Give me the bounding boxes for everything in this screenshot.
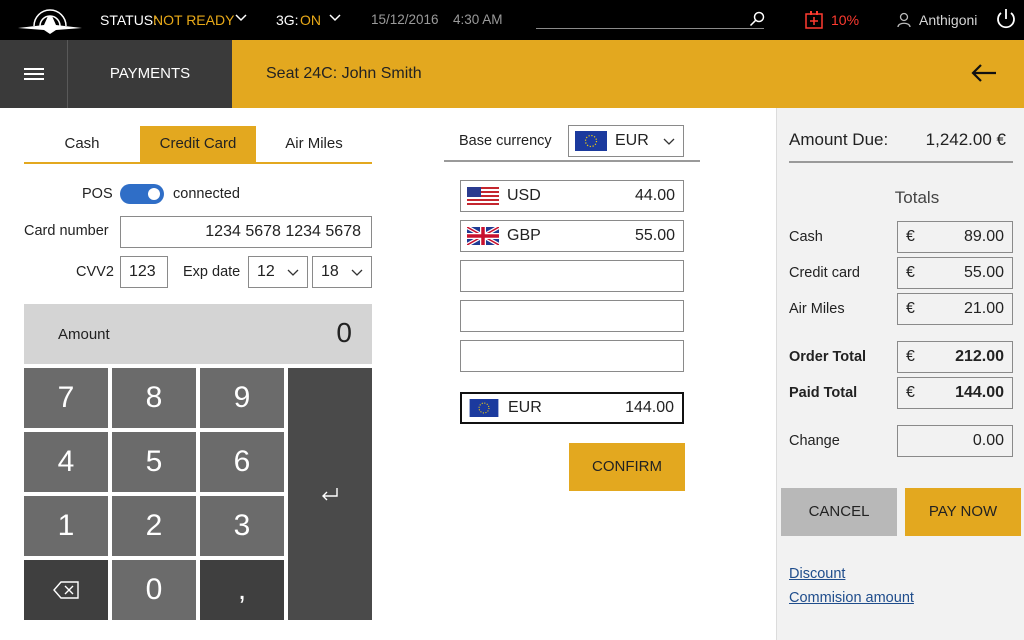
tab-air-miles[interactable]: Air Miles — [256, 126, 372, 162]
amount-label: Amount — [58, 326, 110, 343]
key-2[interactable]: 2 — [112, 496, 196, 556]
currency-total-eur: EUR 144.00 — [460, 392, 684, 424]
order-total-label: Order Total — [789, 349, 867, 365]
user-icon — [897, 12, 911, 28]
card-number-field[interactable]: 1234 5678 1234 5678 — [120, 216, 372, 248]
key-4[interactable]: 4 — [24, 432, 108, 492]
time-text: 4:30 AM — [453, 12, 503, 27]
totals-title: Totals — [894, 188, 940, 207]
pos-label: POS — [82, 186, 113, 202]
paid-total-field: € 144.00 — [897, 377, 1013, 409]
key-8[interactable]: 8 — [112, 368, 196, 428]
status-label: STATUS: — [100, 12, 158, 28]
status-value[interactable]: NOT READY — [153, 12, 234, 28]
chevron-down-icon — [287, 269, 299, 276]
arrow-left-icon[interactable] — [970, 62, 998, 84]
tab-cash[interactable]: Cash — [24, 126, 140, 162]
chevron-down-icon[interactable] — [235, 14, 247, 22]
cash-total-label: Cash — [789, 229, 823, 245]
key-6[interactable]: 6 — [200, 432, 284, 492]
key-comma[interactable]: , — [200, 560, 284, 620]
divider — [789, 161, 1013, 163]
currency-row-empty[interactable] — [460, 340, 684, 372]
discount-link[interactable]: Discount — [789, 566, 845, 582]
key-7[interactable]: 7 — [24, 368, 108, 428]
currency-row-gbp[interactable]: GBP 55.00 — [460, 220, 684, 252]
airplane-logo-icon — [18, 9, 82, 34]
user-name[interactable]: Anthigoni — [919, 12, 977, 28]
base-currency-select[interactable]: EUR — [568, 125, 684, 157]
summary-panel: Amount Due: 1,242.00 € Totals Cash € 89.… — [776, 108, 1024, 640]
seat-passenger-label: Seat 24C: John Smith — [266, 65, 422, 82]
key-9[interactable]: 9 — [200, 368, 284, 428]
search-input[interactable] — [536, 28, 764, 29]
air-miles-total-field: € 21.00 — [897, 293, 1013, 325]
pay-now-button[interactable]: PAY NOW — [905, 488, 1021, 536]
change-field: 0.00 — [897, 425, 1013, 457]
battery-level: 10% — [831, 12, 860, 28]
date-text: 15/12/2016 — [371, 12, 439, 27]
credit-card-total-label: Credit card — [789, 265, 860, 281]
amount-value: 0 — [336, 317, 352, 348]
exp-year-select[interactable]: 18 — [312, 256, 372, 288]
seat-bar: Seat 24C: John Smith — [232, 40, 1024, 108]
us-flag-icon — [467, 187, 499, 205]
amount-display: Amount 0 — [24, 304, 372, 364]
status-bar: STATUS: NOT READY 3G: ON 15/12/2016 4:30… — [0, 0, 1024, 40]
cash-total-field: € 89.00 — [897, 221, 1013, 253]
backspace-key[interactable] — [24, 560, 108, 620]
confirm-button[interactable]: CONFIRM — [569, 443, 685, 491]
search-icon[interactable] — [749, 11, 765, 27]
pos-status: connected — [173, 186, 240, 202]
eu-flag-icon — [575, 131, 607, 151]
cvv-label: CVV2 — [76, 264, 114, 280]
currency-row-empty[interactable] — [460, 300, 684, 332]
battery-icon — [805, 11, 823, 29]
divider — [444, 160, 700, 162]
uk-flag-icon — [467, 227, 499, 245]
card-number-label: Card number — [24, 223, 109, 239]
payment-method-tabs: Cash Credit Card Air Miles — [24, 126, 372, 164]
key-3[interactable]: 3 — [200, 496, 284, 556]
hamburger-icon — [24, 68, 44, 70]
order-total-field: € 212.00 — [897, 341, 1013, 373]
key-5[interactable]: 5 — [112, 432, 196, 492]
cancel-button[interactable]: CANCEL — [781, 488, 897, 536]
eu-flag-icon — [469, 399, 499, 417]
enter-icon — [322, 488, 338, 501]
change-label: Change — [789, 433, 840, 449]
chevron-down-icon — [663, 138, 675, 145]
credit-card-total-field: € 55.00 — [897, 257, 1013, 289]
key-0[interactable]: 0 — [112, 560, 196, 620]
amount-due-label: Amount Due: — [789, 130, 889, 149]
app-header: PAYMENTS Seat 24C: John Smith — [0, 40, 1024, 108]
exp-month-select[interactable]: 12 — [248, 256, 308, 288]
chevron-down-icon — [351, 269, 363, 276]
network-label: 3G: — [276, 12, 299, 28]
amount-due-value: 1,242.00 € — [925, 130, 1006, 149]
enter-key[interactable] — [288, 368, 372, 620]
tab-credit-card[interactable]: Credit Card — [140, 126, 256, 162]
key-1[interactable]: 1 — [24, 496, 108, 556]
pos-toggle[interactable] — [120, 184, 164, 204]
currency-row-empty[interactable] — [460, 260, 684, 292]
base-currency-label: Base currency — [459, 133, 552, 149]
paid-total-label: Paid Total — [789, 385, 858, 401]
exp-date-label: Exp date — [183, 264, 241, 280]
menu-button[interactable] — [0, 40, 68, 108]
section-title: PAYMENTS — [68, 40, 232, 108]
air-miles-total-label: Air Miles — [789, 301, 845, 317]
commission-amount-link[interactable]: Commision amount — [789, 590, 914, 606]
cvv-field[interactable]: 123 — [120, 256, 168, 288]
chevron-down-icon[interactable] — [329, 14, 341, 22]
currency-row-usd[interactable]: USD 44.00 — [460, 180, 684, 212]
power-icon[interactable] — [995, 8, 1017, 30]
backspace-icon — [53, 581, 79, 599]
network-value[interactable]: ON — [300, 12, 321, 28]
